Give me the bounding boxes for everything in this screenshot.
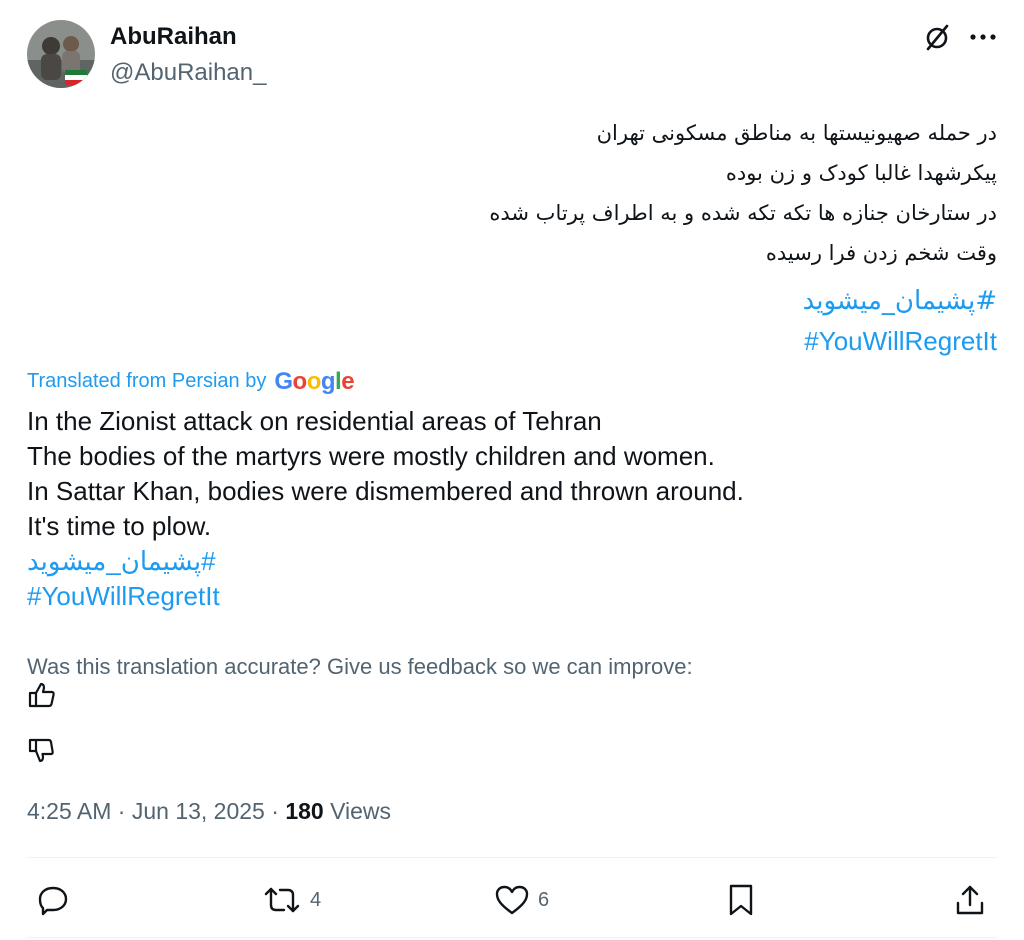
meta-separator: · [271,798,279,824]
views-label: Views [330,798,392,824]
divider [27,937,997,938]
translation-line-2: The bodies of the martyrs were mostly ch… [27,441,715,471]
author-name[interactable]: AbuRaihan [110,22,237,52]
translation-line-1: In the Zionist attack on residential are… [27,406,602,436]
repost-button[interactable]: 4 [262,880,321,920]
share-icon [956,885,984,915]
like-button[interactable]: 6 [494,880,549,920]
author-handle[interactable]: @AbuRaihan_ [110,58,266,88]
bookmark-button[interactable] [726,880,756,920]
tweet-date[interactable]: Jun 13, 2025 [132,798,265,824]
divider [27,857,997,858]
hashtag-link-en[interactable]: #YouWillRegretIt [804,324,997,358]
translation-hashtag-fa[interactable]: #پشیمان_میشوید [27,544,216,578]
tweet-line-4: وقت شخم زدن فرا رسیده [765,241,997,265]
translation-label[interactable]: Translated from Persian by Google [27,366,355,397]
repost-icon [264,887,300,913]
translation-line-3: In Sattar Khan, bodies were dismembered … [27,476,744,506]
translation-hashtag-en[interactable]: #YouWillRegretIt [27,579,220,613]
share-button[interactable] [953,880,987,920]
hashtag-link-fa[interactable]: #پشیمان_میشوید [803,284,997,318]
tweet-line-3: در ستارخان جنازه ها تکه تکه شده و به اطر… [489,201,997,225]
thumbs-up-icon[interactable] [27,680,57,710]
translation-label-text: Translated from Persian by [27,370,267,392]
reply-button[interactable] [36,880,70,920]
avatar[interactable] [27,20,95,88]
repost-count: 4 [310,888,322,911]
tweet-line-2: پیکرشهدا غالبا کودک و زن بوده [725,161,997,185]
views-count: 180 [285,798,324,824]
google-logo: Google [274,368,355,395]
tweet-meta: 4:25 AM · Jun 13, 2025 · 180 Views [27,796,391,826]
more-icon[interactable] [966,22,1000,52]
reply-icon [38,886,68,916]
thumbs-down-icon[interactable] [27,736,57,766]
like-icon [495,885,529,915]
translation-feedback-text: Was this translation accurate? Give us f… [27,654,693,679]
tweet-line-1: در حمله صهیونیستها به مناطق مسکونی تهران [596,121,997,145]
bookmark-icon [729,884,753,916]
like-count: 6 [538,888,550,911]
grok-icon[interactable] [922,22,952,52]
translation-line-4: It's time to plow. [27,511,212,541]
meta-separator: · [117,798,126,824]
tweet-time[interactable]: 4:25 AM [27,798,111,824]
